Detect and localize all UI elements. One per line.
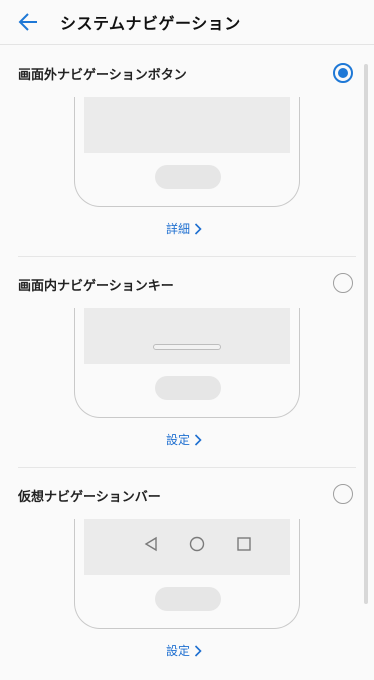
phone-illustration (74, 519, 300, 629)
phone-screen (84, 97, 290, 153)
settings-link[interactable]: 設定 (166, 642, 202, 659)
option-label: 仮想ナビゲーションバー (18, 490, 161, 505)
details-link[interactable]: 詳細 (166, 220, 202, 237)
page-title: システムナビゲーション (60, 14, 241, 33)
phone-screen (84, 519, 290, 575)
chevron-right-icon (194, 433, 202, 446)
link-label: 設定 (166, 433, 191, 447)
link-label: 設定 (166, 644, 191, 658)
radio-onscreen-nav-key[interactable] (333, 273, 353, 293)
physical-home-button (155, 587, 221, 611)
chevron-right-icon (194, 222, 202, 235)
option-label: 画面内ナビゲーションキー (18, 279, 174, 294)
link-label: 詳細 (166, 222, 191, 236)
settings-link[interactable]: 設定 (166, 431, 202, 448)
option-label: 画面外ナビゲーションボタン (18, 68, 187, 83)
app-bar: システムナビゲーション (0, 0, 374, 44)
scrollbar[interactable] (364, 64, 368, 604)
triangle-back-icon (144, 536, 157, 552)
gesture-bar (153, 344, 221, 350)
square-recent-icon (237, 537, 251, 551)
phone-illustration (74, 97, 300, 207)
radio-virtual-nav-bar[interactable] (333, 484, 353, 504)
section-divider (18, 256, 356, 257)
physical-home-button (155, 376, 221, 400)
phone-screen (84, 308, 290, 364)
radio-offscreen-nav-button[interactable] (333, 63, 353, 83)
virtual-nav-keys (84, 535, 290, 555)
chevron-right-icon (194, 644, 202, 657)
physical-home-button (155, 165, 221, 189)
header-divider (0, 44, 374, 45)
phone-illustration (74, 308, 300, 418)
circle-home-icon (189, 536, 205, 552)
back-button[interactable] (14, 8, 42, 36)
arrow-left-icon (18, 13, 37, 31)
system-navigation-screen: システムナビゲーション 画面外ナビゲーションボタン 詳細 画面内ナビゲーションキ… (0, 0, 374, 680)
section-divider (18, 467, 356, 468)
